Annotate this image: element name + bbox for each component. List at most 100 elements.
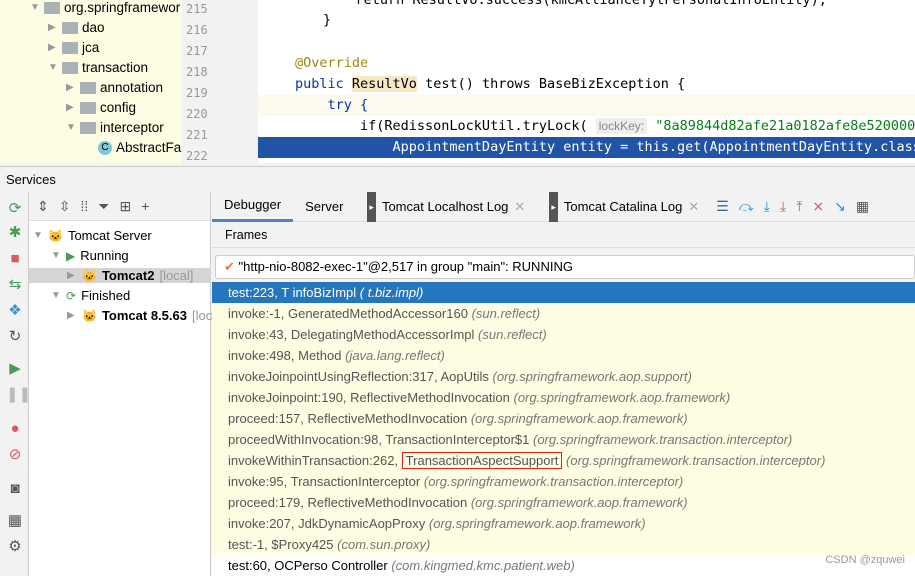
expand-all-icon[interactable]: ⇕ <box>37 198 49 215</box>
layout-icon[interactable]: ▦ <box>6 512 24 530</box>
services-tree-node[interactable]: ▶ 🐱 Tomcat2 [local] <box>29 268 211 283</box>
menu-icon[interactable]: ☰ <box>716 198 729 215</box>
chevron-right-icon[interactable]: ▶ <box>66 102 76 113</box>
code-line-221: if(RedissonLockUtil.tryLock( lockKey: "8… <box>295 118 915 134</box>
project-tree-item[interactable]: ▼ interceptor <box>66 120 164 135</box>
project-tree-item[interactable]: ▶ config <box>66 100 136 115</box>
add-icon[interactable]: + <box>141 198 149 214</box>
services-node-label: Tomcat 8.5.63 <box>101 308 187 323</box>
frames-list[interactable]: test:223, T infoBizImpl ( t.biz.impl) inv… <box>212 282 915 576</box>
frame-item[interactable]: invoke:498, Method (java.lang.reflect) <box>212 345 915 366</box>
debugger-panel: Debugger Server ▸ Tomcat Localhost Log ✕ ▸ Tom… <box>212 191 915 576</box>
chevron-right-icon[interactable]: ▶ <box>48 42 58 53</box>
refresh-icon[interactable]: ↻ <box>6 328 24 346</box>
debug-icon[interactable]: ✱ <box>6 224 24 242</box>
chevron-down-icon[interactable]: ▼ <box>51 250 61 261</box>
drop-frame-icon[interactable]: ⨯ <box>812 198 824 215</box>
frame-package: (org.springframework.aop.framework) <box>470 411 688 426</box>
chevron-right-icon[interactable]: ▶ <box>67 310 77 321</box>
line-number: 218 <box>186 65 208 79</box>
evaluate-icon[interactable]: ▦ <box>856 198 869 215</box>
chevron-down-icon[interactable]: ▼ <box>48 62 58 73</box>
chevron-right-icon[interactable]: ▶ <box>48 22 58 33</box>
frame-item[interactable]: test:-1, $Proxy425 (com.sun.proxy) <box>212 534 915 555</box>
project-tree-item[interactable]: C AbstractFa <box>84 140 181 155</box>
frame-item[interactable]: proceedWithInvocation:98, TransactionInt… <box>212 429 915 450</box>
watermark: CSDN @zquwei <box>825 554 905 566</box>
collapse-all-icon[interactable]: ⇳ <box>59 198 71 215</box>
tab-server[interactable]: Server <box>293 192 355 222</box>
tab-label: Tomcat Catalina Log <box>563 198 683 214</box>
artifacts-icon[interactable]: ❖ <box>6 302 24 320</box>
project-tree-label: interceptor <box>100 120 164 135</box>
frame-class: ReflectiveMethodInvocation <box>350 390 510 405</box>
chevron-right-icon[interactable]: ▶ <box>67 270 77 281</box>
code-editor[interactable]: return ResultVo.success(kmcAllianceYytPe… <box>258 0 915 163</box>
close-icon[interactable]: ✕ <box>688 192 699 222</box>
chevron-down-icon[interactable]: ▼ <box>33 230 43 241</box>
services-tree-node[interactable]: ▼ 🐱 Tomcat Server <box>33 228 152 243</box>
step-into-icon[interactable]: ⤓ <box>764 198 770 215</box>
frame-class: T infoBizImpl <box>281 285 357 300</box>
settings-icon[interactable]: ⚙ <box>6 538 24 556</box>
project-tree-item[interactable]: ▼ org.springframewor <box>30 0 180 15</box>
frame-item[interactable]: invokeJoinpointUsingReflection:317, AopU… <box>212 366 915 387</box>
stop-icon[interactable]: ■ <box>6 250 24 268</box>
group-icon[interactable]: ⁞⁞ <box>80 198 88 214</box>
view-breakpoints-icon[interactable]: ● <box>6 420 24 438</box>
project-tree-item[interactable]: ▼ transaction <box>48 60 148 75</box>
frame-item[interactable]: proceed:157, ReflectiveMethodInvocation … <box>212 408 915 429</box>
close-icon[interactable]: ✕ <box>514 192 525 222</box>
deploy-icon[interactable]: ⇆ <box>6 276 24 294</box>
chevron-down-icon[interactable]: ▼ <box>66 122 76 133</box>
frame-item[interactable]: test:60, OCPerso Controller (com.kingmed… <box>212 555 915 576</box>
step-out-icon[interactable]: ⤒ <box>796 198 802 215</box>
frame-item[interactable]: invokeWithinTransaction:262, Transaction… <box>212 450 915 471</box>
frame-item[interactable]: invoke:43, DelegatingMethodAccessorImpl … <box>212 324 915 345</box>
services-node-suffix: [local] <box>159 268 194 283</box>
frame-package: ( t.biz.impl) <box>359 285 424 300</box>
force-step-into-icon[interactable]: ⤓ <box>780 198 786 215</box>
frame-method: test:223, <box>228 285 282 300</box>
services-node-label: Tomcat2 <box>101 268 155 283</box>
frame-class: AopUtils <box>440 369 489 384</box>
services-tree-node[interactable]: ▼ ▶ Running <box>51 248 129 263</box>
chevron-down-icon[interactable]: ▼ <box>51 290 61 301</box>
step-over-icon[interactable]: ⤼ <box>739 198 754 215</box>
project-tree-label: AbstractFa <box>116 140 182 155</box>
chevron-right-icon[interactable]: ▶ <box>66 82 76 93</box>
new-tab-icon[interactable]: ⊞ <box>119 198 131 215</box>
frame-method: test:60, <box>228 558 275 573</box>
camera-icon[interactable]: ◙ <box>6 480 24 498</box>
pause-icon[interactable]: ❚❚ <box>6 386 31 404</box>
frame-package: (java.lang.reflect) <box>345 348 445 363</box>
frame-item[interactable]: invoke:95, TransactionInterceptor (org.s… <box>212 471 915 492</box>
services-tree-node[interactable]: ▼ ⟳ Finished <box>51 288 130 303</box>
frame-item[interactable]: invokeJoinpoint:190, ReflectiveMethodInv… <box>212 387 915 408</box>
check-icon: ✔ <box>224 259 235 274</box>
frame-item[interactable]: proceed:179, ReflectiveMethodInvocation … <box>212 492 915 513</box>
project-tree-item[interactable]: ▶ dao <box>48 20 105 35</box>
tomcat-icon: 🐱 <box>82 308 97 323</box>
frame-method: invoke:-1, <box>228 306 288 321</box>
frame-item[interactable]: invoke:-1, GeneratedMethodAccessor160 (s… <box>212 303 915 324</box>
tomcat-icon: 🐱 <box>82 268 97 283</box>
frame-class: DelegatingMethodAccessorImpl <box>290 327 475 342</box>
mute-breakpoints-icon[interactable]: ⊘ <box>6 446 24 464</box>
tab-tomcat-localhost-log[interactable]: ▸ Tomcat Localhost Log ✕ <box>355 191 537 222</box>
frame-item[interactable]: test:223, T infoBizImpl ( t.biz.impl) <box>212 282 915 303</box>
services-tree-node[interactable]: ▶ 🐱 Tomcat 8.5.63 [loc <box>67 308 212 323</box>
tab-tomcat-catalina-log[interactable]: ▸ Tomcat Catalina Log ✕ <box>537 191 711 222</box>
frame-package: (org.springframework.aop.framework) <box>513 390 731 405</box>
tab-debugger[interactable]: Debugger <box>212 192 294 222</box>
project-tree-item[interactable]: ▶ annotation <box>66 80 163 95</box>
code-line-222-current: AppointmentDayEntity entity = this.get(A… <box>258 137 915 158</box>
thread-selector[interactable]: ✔ "http-nio-8082-exec-1"@2,517 in group … <box>215 255 915 279</box>
run-to-cursor-icon[interactable]: ↘ <box>834 198 846 215</box>
frame-item[interactable]: invoke:207, JdkDynamicAopProxy (org.spri… <box>212 513 915 534</box>
filter-icon[interactable]: ⏷ <box>98 198 109 215</box>
rerun-icon[interactable]: ⟳ <box>6 200 24 218</box>
chevron-down-icon[interactable]: ▼ <box>30 2 40 13</box>
resume-icon[interactable]: ▶ <box>6 360 24 378</box>
project-tree-item[interactable]: ▶ jca <box>48 40 99 55</box>
